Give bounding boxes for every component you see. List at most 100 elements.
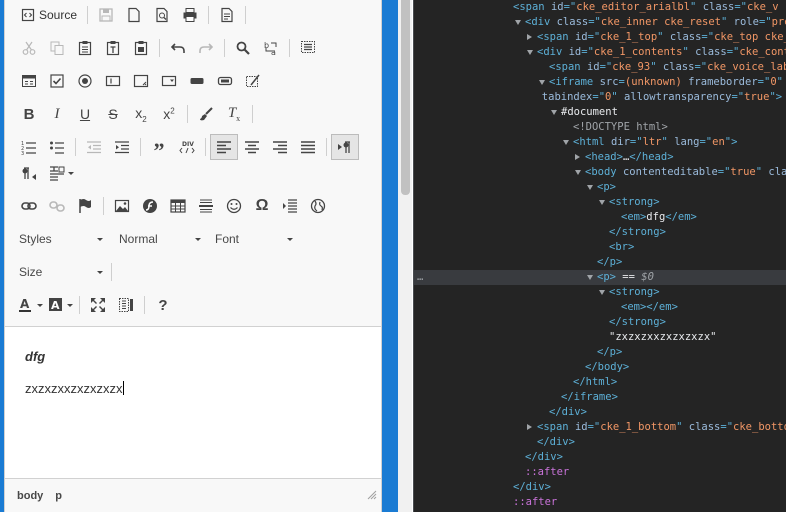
subscript-button[interactable]: x2 (127, 101, 155, 127)
justify-button[interactable] (294, 134, 322, 160)
dom-node-line[interactable]: <p> (414, 180, 786, 195)
radio-button[interactable] (71, 68, 99, 94)
dom-node-line[interactable]: <div class="cke_inner cke_reset" role="p… (414, 15, 786, 30)
undo-button[interactable] (164, 35, 192, 61)
format-dropdown[interactable]: Normal (115, 226, 205, 252)
expand-arrow-down-icon[interactable] (551, 110, 557, 115)
select-button[interactable] (155, 68, 183, 94)
paste-text-button[interactable] (99, 35, 127, 61)
dom-node-line[interactable]: <iframe src=(unknown) frameborder="0" cl (414, 75, 786, 90)
dom-node-line[interactable]: <strong> (414, 285, 786, 300)
form-button[interactable] (15, 68, 43, 94)
iframe-button[interactable] (304, 193, 332, 219)
redo-button[interactable] (192, 35, 220, 61)
cut-button[interactable] (15, 35, 43, 61)
checkbox-button[interactable] (43, 68, 71, 94)
styles-dropdown[interactable]: Styles (15, 226, 107, 252)
flash-button[interactable] (136, 193, 164, 219)
maximize-button[interactable] (84, 292, 112, 318)
expand-arrow-down-icon[interactable] (515, 20, 521, 25)
dom-node-line[interactable]: </p> (414, 255, 786, 270)
align-left-button[interactable] (210, 134, 238, 160)
unlink-button[interactable] (43, 193, 71, 219)
horizontal-rule-button[interactable] (192, 193, 220, 219)
outdent-button[interactable] (80, 134, 108, 160)
dom-node-selected[interactable]: … <p> == $0 (414, 270, 786, 285)
print-button[interactable] (176, 2, 204, 28)
paste-button[interactable] (71, 35, 99, 61)
table-button[interactable] (164, 193, 192, 219)
dom-node-line[interactable]: </strong> (414, 315, 786, 330)
expand-arrow-down-icon[interactable] (539, 80, 545, 85)
dom-node-line[interactable]: <span id="cke_editor_arialbl" class="cke… (414, 0, 786, 15)
hidden-field-button[interactable] (239, 68, 267, 94)
page-scrollbar-thumb[interactable] (401, 0, 410, 195)
dom-node-line[interactable]: </div> (414, 405, 786, 420)
blockquote-button[interactable]: ” (145, 134, 173, 162)
textarea-button[interactable] (127, 68, 155, 94)
indent-button[interactable] (108, 134, 136, 160)
underline-button[interactable]: U (71, 101, 99, 127)
strike-button[interactable]: S (99, 101, 127, 127)
page-break-button[interactable] (276, 193, 304, 219)
dom-node-line[interactable]: #document (414, 105, 786, 120)
expand-arrow-down-icon[interactable] (599, 290, 605, 295)
dom-node-line[interactable]: </strong> (414, 225, 786, 240)
show-blocks-button[interactable] (112, 292, 140, 318)
image-button[interactable] (108, 193, 136, 219)
dom-node-line[interactable]: </html> (414, 375, 786, 390)
button-control-button[interactable] (183, 68, 211, 94)
italic-button[interactable]: I (43, 101, 71, 127)
preview-button[interactable] (148, 2, 176, 28)
expand-arrow-right-icon[interactable] (527, 424, 532, 430)
copy-formatting-button[interactable] (192, 101, 220, 127)
expand-arrow-down-icon[interactable] (599, 200, 605, 205)
dom-node-line[interactable]: <div id="cke_1_contents" class="cke_cont (414, 45, 786, 60)
select-all-button[interactable] (294, 35, 322, 61)
expand-arrow-down-icon[interactable] (575, 170, 581, 175)
copy-button[interactable] (43, 35, 71, 61)
smiley-button[interactable] (220, 193, 248, 219)
dom-node-line[interactable]: </div> (414, 450, 786, 465)
font-dropdown[interactable]: Font (211, 226, 297, 252)
dom-node-line[interactable]: ::after (414, 465, 786, 480)
superscript-button[interactable]: x2 (155, 101, 183, 127)
dom-node-line[interactable]: <html dir="ltr" lang="en"> (414, 135, 786, 150)
dom-node-line[interactable]: <!DOCTYPE html> (414, 120, 786, 135)
dom-node-line[interactable]: <strong> (414, 195, 786, 210)
expand-arrow-down-icon[interactable] (563, 140, 569, 145)
dom-node-line[interactable]: </p> (414, 345, 786, 360)
dom-node-line[interactable]: <em>dfg</em> (414, 210, 786, 225)
dom-node-line[interactable]: <span id="cke_1_top" class="cke_top cke_ (414, 30, 786, 45)
editor-content[interactable]: dfg zxzxzxxzxzxzxzx (25, 327, 375, 477)
expand-arrow-down-icon[interactable] (587, 185, 593, 190)
expand-arrow-down-icon[interactable] (527, 50, 533, 55)
language-button[interactable] (43, 160, 79, 186)
replace-button[interactable]: ba (257, 35, 285, 61)
dom-node-line[interactable]: </iframe> (414, 390, 786, 405)
templates-button[interactable] (213, 2, 241, 28)
dom-node-line[interactable]: </div> (414, 480, 786, 495)
background-color-button[interactable]: A (45, 292, 75, 318)
image-button-control-button[interactable] (211, 68, 239, 94)
create-div-button[interactable]: DIV (173, 134, 201, 160)
dom-node-line[interactable]: <span id="cke_1_bottom" class="cke_botto (414, 420, 786, 435)
save-button[interactable] (92, 2, 120, 28)
dom-node-line[interactable]: <br> (414, 240, 786, 255)
more-options-icon[interactable]: … (417, 270, 423, 285)
remove-format-button[interactable]: Tx (220, 101, 248, 127)
align-center-button[interactable] (238, 134, 266, 160)
align-right-button[interactable] (266, 134, 294, 160)
special-char-button[interactable]: Ω (248, 193, 276, 219)
expand-arrow-right-icon[interactable] (527, 34, 532, 40)
dom-node-line[interactable]: <em></em> (414, 300, 786, 315)
find-button[interactable] (229, 35, 257, 61)
dom-node-line[interactable]: "zxzxzxxzxzxzxzx" (414, 330, 786, 345)
anchor-button[interactable] (71, 193, 99, 219)
text-color-button[interactable]: A (15, 292, 45, 318)
numbered-list-button[interactable]: 123 (15, 134, 43, 160)
expand-arrow-right-icon[interactable] (575, 154, 580, 160)
dom-node-line[interactable]: tabindex="0" allowtransparency="true"> (414, 90, 786, 105)
bidi-rtl-button[interactable] (15, 160, 43, 186)
link-button[interactable] (15, 193, 43, 219)
